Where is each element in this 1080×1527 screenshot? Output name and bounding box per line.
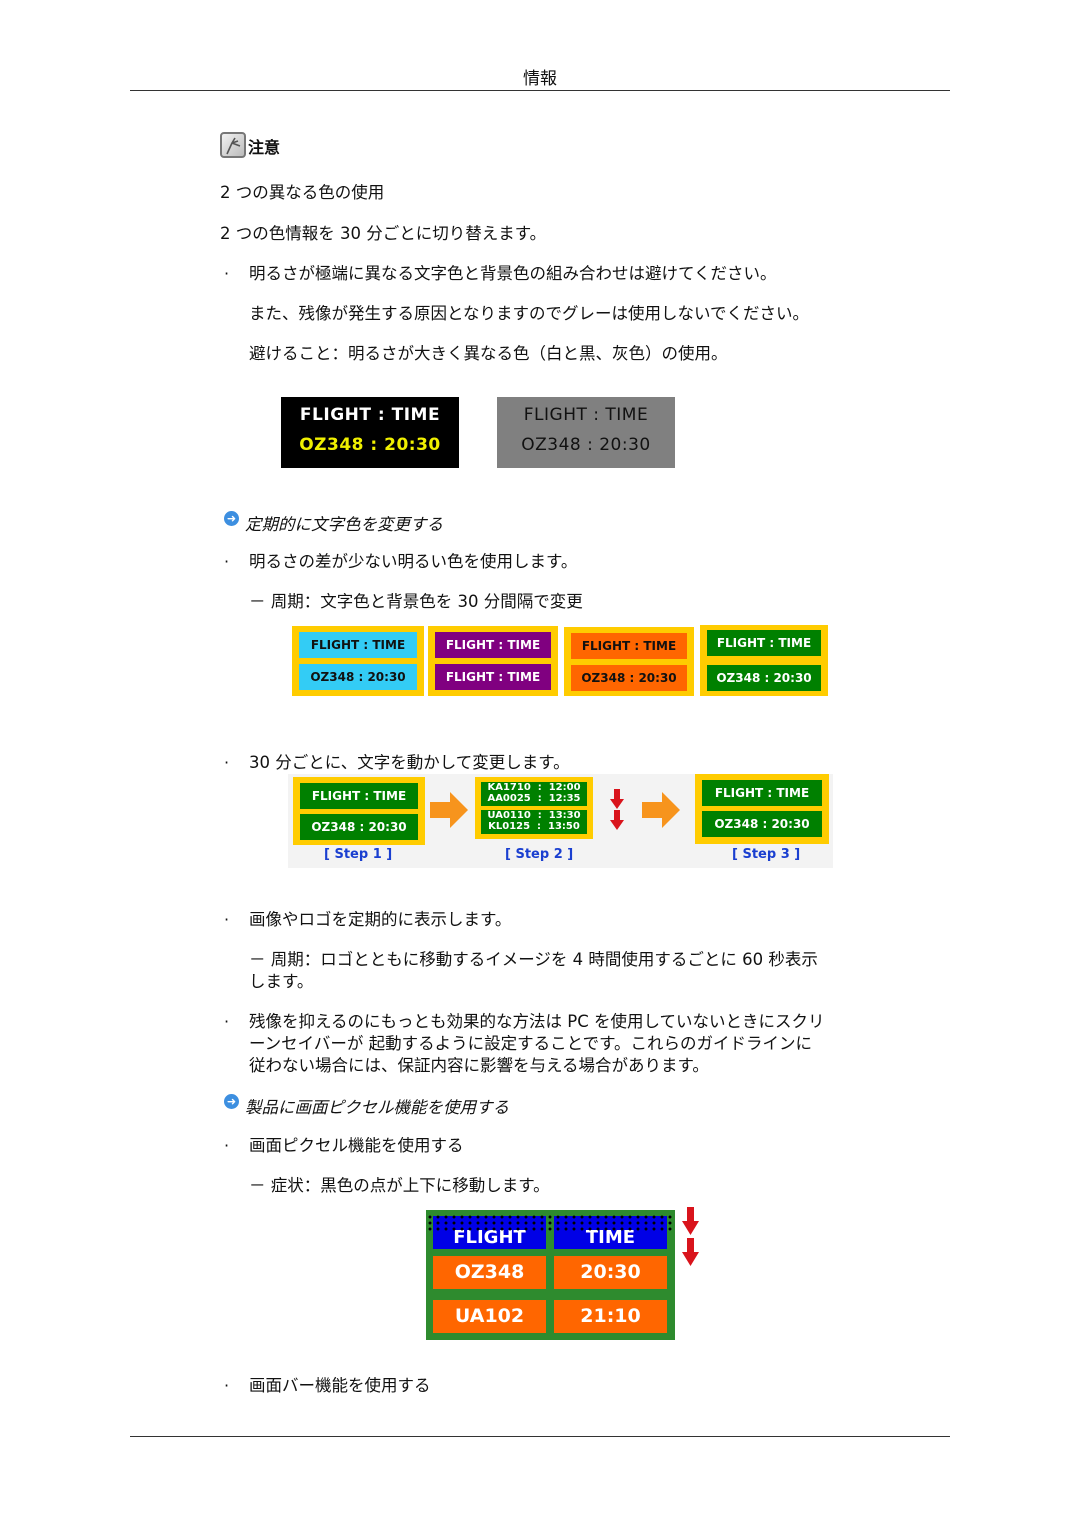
step-2-label: [ Step 2 ] xyxy=(505,847,574,862)
bullet-mark: · xyxy=(224,552,230,571)
screensaver-line-1: 残像を抑えるのにもっとも効果的な方法は PC を使用していないときにスクリ xyxy=(249,1012,825,1031)
bullet-mark: · xyxy=(224,753,230,772)
orange-arrow-right-icon xyxy=(430,792,468,828)
board-row-2: OZ348 : 20:30 xyxy=(521,435,651,455)
board-row-1: FLIGHT : TIME xyxy=(523,405,649,425)
board-bottom-panel: FLIGHT : TIME xyxy=(435,664,551,690)
board-top-panel: KA1710 : 12:00 AA0025 : 12:35 xyxy=(481,782,587,806)
board-bottom-panel: OZ348 : 20:30 xyxy=(571,665,687,691)
bullet-mark: · xyxy=(224,910,230,929)
pixel-shift-board: FLIGHT TIME OZ348 20:30 UA102 21:10 xyxy=(426,1210,675,1340)
section2-sub: － 症状：黒色の点が上下に移動します。 xyxy=(249,1176,550,1195)
color-board-orange: FLIGHT : TIME OZ348 : 20:30 xyxy=(564,627,694,696)
pixel-cell: OZ348 xyxy=(433,1256,546,1289)
black-dot-noise xyxy=(426,1214,675,1232)
step-1-board: FLIGHT : TIME OZ348 : 20:30 xyxy=(293,777,425,845)
avoid-line-3: 避けること：明るさが大きく異なる色（白と黒、灰色）の使用。 xyxy=(249,344,728,363)
black-board-example: FLIGHT : TIME OZ348 : 20:30 xyxy=(281,397,459,468)
board-top-panel: FLIGHT : TIME xyxy=(707,630,821,656)
footer-rule xyxy=(130,1436,950,1437)
avoid-line-2: また、残像が発生する原因となりますのでグレーは使用しないでください。 xyxy=(249,304,810,323)
step-2-board: KA1710 : 12:00 AA0025 : 12:35 UA0110 : 1… xyxy=(475,777,593,839)
step-1-label: [ Step 1 ] xyxy=(324,847,393,862)
step-3-board: FLIGHT : TIME OZ348 : 20:30 xyxy=(695,774,829,844)
note-label: 注意 xyxy=(248,138,281,157)
board-row-2: OZ348 : 20:30 xyxy=(299,435,441,455)
color-board-purple: FLIGHT : TIME FLIGHT : TIME xyxy=(428,626,558,696)
move-steps-figure: FLIGHT : TIME OZ348 : 20:30 [ Step 1 ] K… xyxy=(288,774,833,868)
header-rule xyxy=(130,90,950,91)
pixel-cell: 21:10 xyxy=(554,1300,667,1333)
color-board-cyan: FLIGHT : TIME OZ348 : 20:30 xyxy=(292,626,424,696)
color-board-green: FLIGHT : TIME OZ348 : 20:30 xyxy=(700,625,828,696)
board-top-panel: FLIGHT : TIME xyxy=(571,633,687,659)
bar-item: 画面バー機能を使用する xyxy=(249,1376,431,1395)
bullet-mark: · xyxy=(224,1012,230,1031)
board-bottom-panel: OZ348 : 20:30 xyxy=(707,665,821,691)
avoid-line-1: 明るさが極端に異なる文字色と背景色の組み合わせは避けてください。 xyxy=(249,264,777,283)
board-top-panel: FLIGHT : TIME xyxy=(300,783,418,809)
section2-item: 画面ピクセル機能を使用する xyxy=(249,1136,464,1155)
arrow-right-circle-icon: ➜ xyxy=(224,1093,239,1109)
section-title: 定期的に文字色を変更する xyxy=(245,515,443,534)
red-down-arrow-icon xyxy=(610,789,624,809)
red-down-arrow-icon xyxy=(682,1238,699,1266)
note-heading: 注意 xyxy=(220,132,280,158)
red-down-arrow-icon xyxy=(682,1207,699,1235)
red-down-arrow-icon xyxy=(610,810,624,830)
board-bottom-panel: OZ348 : 20:30 xyxy=(299,664,417,690)
screensaver-line-2: ーンセイバーが 起動するように設定することです。これらのガイドラインに xyxy=(249,1034,812,1053)
section-heading-change-color: ➜ 定期的に文字色を変更する xyxy=(224,510,443,535)
board-top-panel: FLIGHT : TIME xyxy=(435,632,551,658)
bullet-mark: · xyxy=(224,264,230,283)
intro-line-1: 2 つの異なる色の使用 xyxy=(220,183,385,202)
board-row-1: FLIGHT : TIME xyxy=(299,405,441,425)
page-header-title: 情報 xyxy=(523,69,557,89)
intro-line-2: 2 つの色情報を 30 分ごとに切り替えます。 xyxy=(220,224,547,243)
orange-arrow-right-icon xyxy=(642,792,680,828)
section1-item: 明るさの差が少ない明るい色を使用します。 xyxy=(249,552,578,571)
bullet-mark: · xyxy=(224,1376,230,1395)
gray-board-example: FLIGHT : TIME OZ348 : 20:30 xyxy=(497,397,675,468)
board-bottom-panel: UA0110 : 13:30 KL0125 : 13:50 xyxy=(481,810,587,834)
board-top-panel: FLIGHT : TIME xyxy=(299,632,417,658)
section1-sub: － 周期：文字色と背景色を 30 分間隔で変更 xyxy=(249,592,583,611)
board-bottom-panel: OZ348 : 20:30 xyxy=(702,811,822,837)
arrow-right-circle-icon: ➜ xyxy=(224,510,239,526)
board-bottom-panel: OZ348 : 20:30 xyxy=(300,814,418,840)
logo-item: 画像やロゴを定期的に表示します。 xyxy=(249,910,512,929)
logo-sub-line-1: － 周期：ロゴとともに移動するイメージを 4 時間使用するごとに 60 秒表示 xyxy=(249,950,818,969)
section-heading-pixel-function: ➜ 製品に画面ピクセル機能を使用する xyxy=(224,1093,509,1118)
screensaver-line-3: 従わない場合には、保証内容に影響を与える場合があります。 xyxy=(249,1056,709,1075)
board-top-panel: FLIGHT : TIME xyxy=(702,780,822,806)
move-item: 30 分ごとに、文字を動かして変更します。 xyxy=(249,753,570,772)
note-pencil-icon xyxy=(220,132,246,158)
pixel-cell: UA102 xyxy=(433,1300,546,1333)
pixel-cell: 20:30 xyxy=(554,1256,667,1289)
step-3-label: [ Step 3 ] xyxy=(732,847,801,862)
logo-sub-line-2: します。 xyxy=(249,972,314,991)
bullet-mark: · xyxy=(224,1136,230,1155)
section-title: 製品に画面ピクセル機能を使用する xyxy=(245,1098,509,1117)
